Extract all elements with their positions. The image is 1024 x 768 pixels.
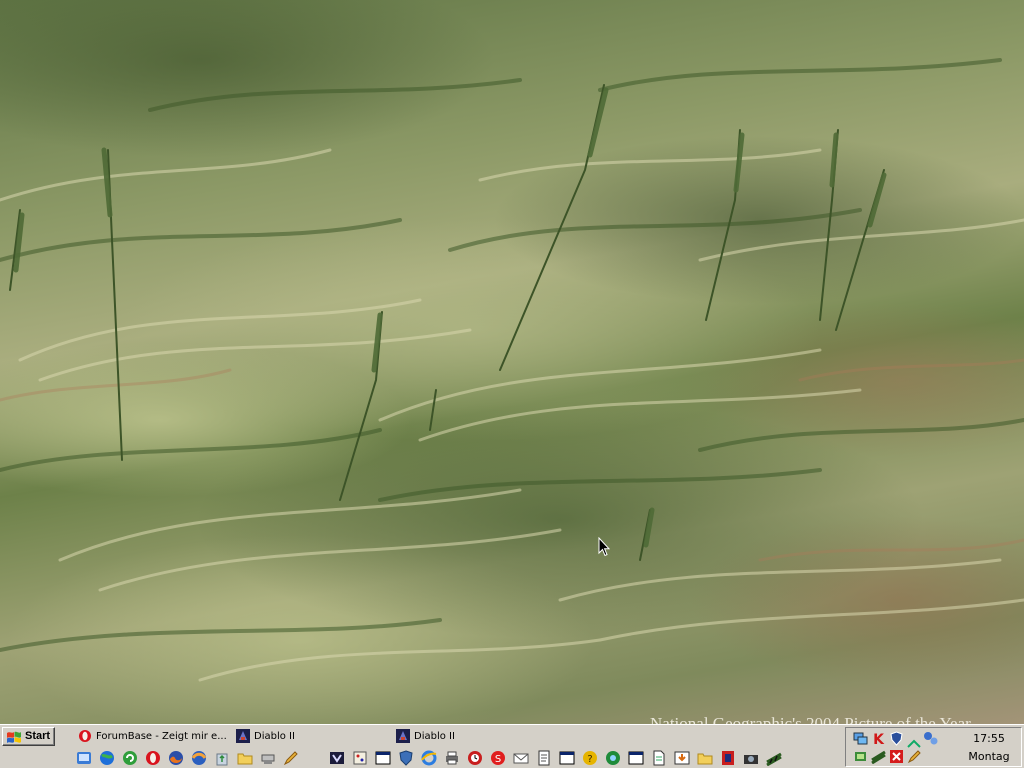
clock-day: Montag bbox=[968, 750, 1010, 763]
game-icon[interactable] bbox=[329, 750, 345, 766]
recycle-icon[interactable] bbox=[214, 750, 230, 766]
desktop[interactable]: National Geographic's 2004 Picture of th… bbox=[0, 0, 1024, 724]
opera-icon bbox=[79, 730, 91, 742]
shield-icon[interactable] bbox=[398, 750, 414, 766]
diablo-icon bbox=[236, 729, 250, 743]
start-button[interactable]: Start bbox=[2, 727, 55, 746]
rail-icon[interactable] bbox=[766, 750, 782, 766]
wallpaper-watermark: National Geographic's 2004 Picture of th… bbox=[650, 714, 971, 724]
svg-text:?: ? bbox=[587, 754, 592, 765]
task-button-diablo-2[interactable]: Diablo II bbox=[394, 727, 550, 746]
network-icon[interactable] bbox=[853, 731, 868, 746]
window-icon[interactable] bbox=[559, 750, 575, 766]
folder-icon[interactable] bbox=[237, 750, 253, 766]
browser-icon[interactable] bbox=[191, 750, 207, 766]
clock-time[interactable]: 17:55 bbox=[957, 731, 1021, 746]
window-icon[interactable] bbox=[375, 750, 391, 766]
task-button-diablo-1[interactable]: Diablo II bbox=[234, 727, 392, 746]
taskbar: Start ForumBase - Zeigt mir e... Diablo … bbox=[0, 724, 1024, 768]
camera-icon[interactable] bbox=[743, 750, 759, 766]
task-label: Diablo II bbox=[254, 731, 295, 742]
svg-text:S: S bbox=[495, 754, 501, 765]
task-button-forumbase[interactable]: ForumBase - Zeigt mir e... bbox=[76, 727, 232, 746]
task-label: ForumBase - Zeigt mir e... bbox=[96, 731, 227, 742]
system-tray: K 17:55 Montag bbox=[845, 727, 1022, 767]
usb-icon[interactable] bbox=[923, 731, 938, 746]
skype-icon[interactable]: S bbox=[490, 750, 506, 766]
globe-icon[interactable] bbox=[99, 750, 115, 766]
opera-icon[interactable] bbox=[145, 750, 161, 766]
help-icon[interactable]: ? bbox=[582, 750, 598, 766]
ie-icon[interactable] bbox=[421, 750, 437, 766]
printer-icon[interactable] bbox=[444, 750, 460, 766]
kaspersky-icon[interactable]: K bbox=[871, 731, 886, 746]
download-icon[interactable] bbox=[674, 750, 690, 766]
pencil-icon[interactable] bbox=[283, 750, 299, 766]
connection-icon[interactable] bbox=[907, 734, 922, 749]
grass-field-wallpaper bbox=[0, 58, 1024, 682]
app-icon[interactable] bbox=[853, 749, 868, 764]
internet-icon[interactable] bbox=[605, 750, 621, 766]
folder-icon[interactable] bbox=[697, 750, 713, 766]
shield-icon[interactable] bbox=[889, 731, 904, 746]
start-label: Start bbox=[25, 730, 51, 742]
network-drive-icon[interactable] bbox=[260, 750, 276, 766]
windows-flag-icon bbox=[7, 731, 21, 743]
notepad-icon[interactable] bbox=[536, 750, 552, 766]
clock-icon[interactable] bbox=[467, 750, 483, 766]
document-icon[interactable] bbox=[651, 750, 667, 766]
cards-icon[interactable] bbox=[720, 750, 736, 766]
mahjong-icon[interactable] bbox=[352, 750, 368, 766]
window-icon[interactable] bbox=[628, 750, 644, 766]
firefox-icon[interactable] bbox=[168, 750, 184, 766]
diablo-icon bbox=[396, 729, 410, 743]
alert-icon[interactable] bbox=[889, 749, 904, 764]
show-desktop-icon[interactable] bbox=[76, 750, 92, 766]
task-label: Diablo II bbox=[414, 731, 455, 742]
svg-text:K: K bbox=[873, 732, 885, 746]
email-icon[interactable] bbox=[513, 750, 529, 766]
pencil-icon[interactable] bbox=[907, 749, 922, 764]
refresh-icon[interactable] bbox=[122, 750, 138, 766]
rail-icon[interactable] bbox=[871, 749, 886, 764]
